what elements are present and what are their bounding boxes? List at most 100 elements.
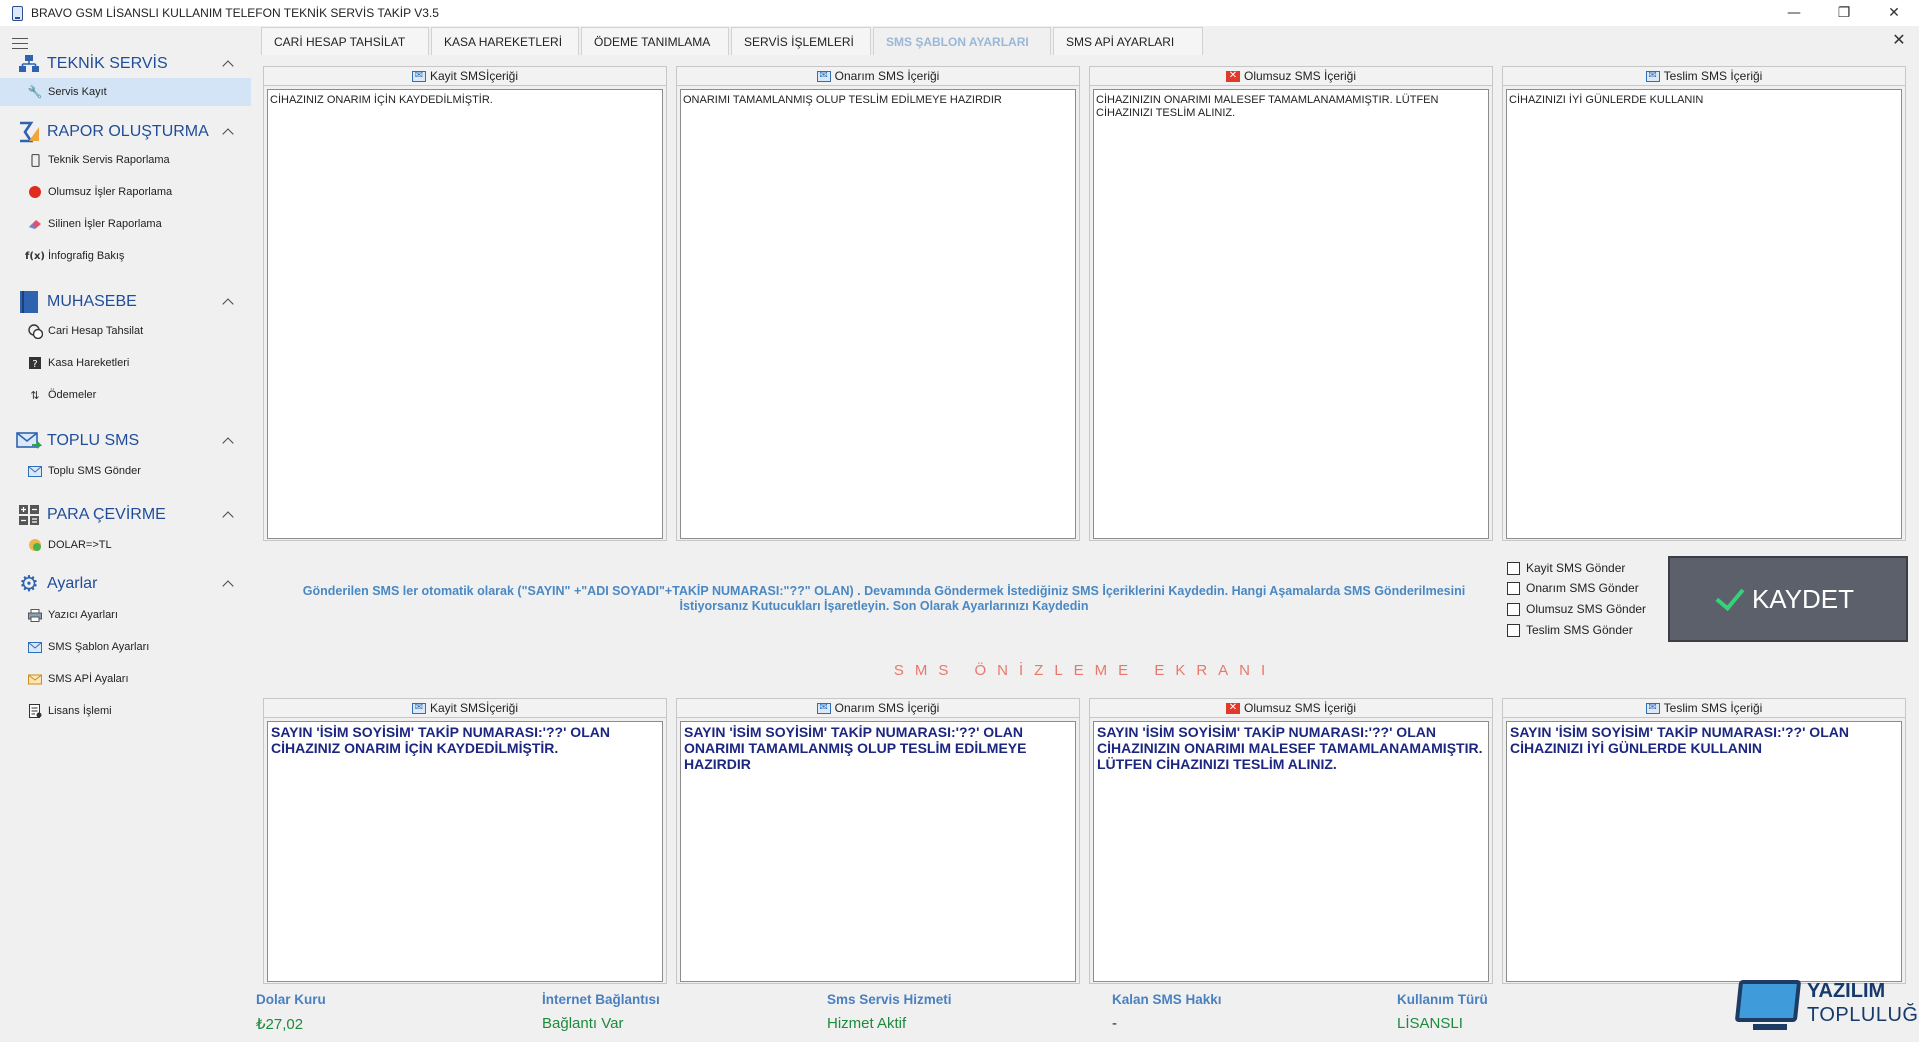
minimize-button[interactable]: —: [1769, 0, 1819, 26]
sidebar-item-label: Teknik Servis Raporlama: [48, 154, 170, 166]
sidebar-item-cari-hesap[interactable]: Cari Hesap Tahsilat: [0, 317, 251, 345]
sidebar-item-servis-kayit[interactable]: 🔧 Servis Kayıt: [0, 78, 251, 106]
envelope-arrow-icon: [16, 429, 42, 453]
tab-sms-api-ayarlari[interactable]: SMS APİ AYARLARI: [1053, 27, 1203, 55]
panel-header: ✕ Olumsuz SMS İçeriği: [1090, 699, 1492, 718]
checkbox[interactable]: [1507, 561, 1520, 575]
svg-text:?: ?: [32, 359, 37, 370]
sidebar-item-label: İnfografig Bakış: [48, 250, 125, 262]
sidebar-section-label: RAPOR OLUŞTURMA: [47, 123, 209, 140]
sidebar-item-toplu-sms-gonder[interactable]: Toplu SMS Gönder: [0, 457, 251, 485]
envelope-icon: ✉: [411, 702, 426, 714]
license-icon: [27, 703, 43, 719]
sidebar-item-sms-sablon[interactable]: SMS Şablon Ayarları: [0, 633, 251, 661]
checkmark-icon: [1715, 580, 1745, 612]
sidebar-item-infografig[interactable]: f(x) İnfografig Bakış: [0, 242, 251, 270]
sidebar-section-muhasebe[interactable]: MUHASEBE: [0, 288, 251, 316]
chevron-up-icon[interactable]: [222, 509, 234, 521]
red-x-icon: ✕: [1225, 70, 1240, 82]
preview-title: SMS ÖNİZLEME EKRANI: [893, 662, 1277, 679]
kayit-sms-preview-panel: ✉ Kayit SMSİçeriği SAYIN 'İSİM SOYİSİM' T…: [263, 698, 667, 984]
printer-icon: [27, 607, 43, 623]
calculator-icon: [16, 503, 42, 527]
sidebar-item-sms-api[interactable]: SMS APİ Ayaları: [0, 665, 251, 693]
olumsuz-sms-preview: SAYIN 'İSİM SOYİSİM' TAKİP NUMARASI:'??'…: [1093, 721, 1489, 982]
chevron-up-icon[interactable]: [222, 435, 234, 447]
tab-bar: CARİ HESAP TAHSİLAT KASA HAREKETLERİ ÖDE…: [261, 27, 1205, 55]
onarim-sms-textarea[interactable]: ONARIMI TAMAMLANMIŞ OLUP TESLİM EDİLMEYE…: [680, 89, 1076, 539]
sidebar-item-yazici-ayarlari[interactable]: Yazıcı Ayarları: [0, 601, 251, 629]
sidebar-section-toplu-sms[interactable]: TOPLU SMS: [0, 427, 251, 455]
chevron-up-icon[interactable]: [222, 58, 234, 70]
sidebar-section-teknik-servis[interactable]: TEKNİK SERVİS: [0, 50, 251, 78]
chevron-up-icon[interactable]: [222, 126, 234, 138]
chevron-up-icon[interactable]: [222, 296, 234, 308]
olumsuz-sms-textarea[interactable]: CİHAZINIZIN ONARIMI MALESEF TAMAMLANAMAM…: [1093, 89, 1489, 539]
sidebar-item-dolar-tl[interactable]: DOLAR=>TL: [0, 531, 251, 559]
sidebar-item-odemeler[interactable]: ⇅ Ödemeler: [0, 381, 251, 409]
envelope-icon: ✉: [816, 70, 831, 82]
main-content: CARİ HESAP TAHSİLAT KASA HAREKETLERİ ÖDE…: [251, 26, 1919, 1042]
checkbox[interactable]: [1507, 581, 1520, 595]
close-button[interactable]: ✕: [1869, 0, 1919, 26]
tab-kasa-hareketleri[interactable]: KASA HAREKETLERİ: [431, 27, 579, 55]
network-icon: [16, 52, 42, 76]
close-tab-icon[interactable]: ✕: [1889, 30, 1909, 49]
checkbox-teslim-sms[interactable]: Teslim SMS Gönder: [1507, 623, 1633, 637]
sidebar-section-label: Ayarlar: [47, 575, 98, 592]
sidebar-item-lisans-islemi[interactable]: Lisans İşlemi: [0, 697, 251, 725]
envelope-icon: ✉: [411, 70, 426, 82]
sidebar-item-label: Toplu SMS Gönder: [48, 465, 141, 477]
sidebar-section-rapor-olusturma[interactable]: RAPOR OLUŞTURMA: [0, 118, 251, 146]
onarim-sms-panel: ✉ Onarım SMS İçeriği ONARIMI TAMAMLANMIŞ …: [676, 66, 1080, 541]
panel-header: ✉ Kayit SMSİçeriği: [264, 67, 666, 86]
envelope-icon: ✉: [1645, 702, 1660, 714]
checkbox-olumsuz-sms[interactable]: Olumsuz SMS Gönder: [1507, 602, 1646, 616]
tab-sms-sablon-ayarlari[interactable]: SMS ŞABLON AYARLARI: [873, 27, 1051, 55]
tab-servis-islemleri[interactable]: SERVİS İŞLEMLERİ: [731, 27, 871, 55]
tab-cari-hesap-tahsilat[interactable]: CARİ HESAP TAHSİLAT: [261, 27, 429, 55]
sidebar-item-label: DOLAR=>TL: [48, 539, 112, 551]
monitor-icon: [1734, 980, 1802, 1022]
status-dolar-kuru: Dolar Kuru ₺27,02: [256, 992, 326, 1033]
kayit-sms-textarea[interactable]: CİHAZINIZ ONARIM İÇİN KAYDEDİLMİŞTİR.: [267, 89, 663, 539]
watermark-logo: YAZILIM TOPLULUĞU: [1729, 976, 1919, 1042]
onarim-sms-preview: SAYIN 'İSİM SOYİSİM' TAKİP NUMARASI:'??'…: [680, 721, 1076, 982]
sidebar-section-label: TOPLU SMS: [47, 432, 140, 449]
sidebar-item-teknik-servis-raporlama[interactable]: Teknik Servis Raporlama: [0, 146, 251, 174]
envelope-icon: ✉: [816, 702, 831, 714]
olumsuz-sms-panel: ✕ Olumsuz SMS İçeriği CİHAZINIZIN ONARIMI…: [1089, 66, 1493, 541]
panel-header: ✉ Onarım SMS İçeriği: [677, 699, 1079, 718]
sidebar-item-olumsuz-isler[interactable]: Olumsuz İşler Raporlama: [0, 178, 251, 206]
panel-header: ✉ Teslim SMS İçeriği: [1503, 67, 1905, 86]
checkbox[interactable]: [1507, 602, 1520, 616]
tab-odeme-tanimlama[interactable]: ÖDEME TANIMLAMA: [581, 27, 729, 55]
envelope-icon: [27, 639, 43, 655]
phone-icon: [27, 152, 43, 168]
kayit-sms-preview: SAYIN 'İSİM SOYİSİM' TAKİP NUMARASI:'??'…: [267, 721, 663, 982]
hamburger-menu-icon[interactable]: [12, 38, 28, 49]
sidebar-section-ayarlar[interactable]: ⚙ Ayarlar: [0, 570, 251, 598]
checkbox[interactable]: [1507, 623, 1520, 637]
info-text: Gönderilen SMS ler otomatik olarak ("SAY…: [302, 584, 1466, 613]
sidebar-item-label: Yazıcı Ayarları: [48, 609, 118, 621]
sidebar-item-label: Lisans İşlemi: [48, 705, 112, 717]
envelope-icon: [27, 463, 43, 479]
teslim-sms-panel: ✉ Teslim SMS İçeriği CİHAZINIZI İYİ GÜNLE…: [1502, 66, 1906, 541]
sidebar-item-kasa-hareketleri[interactable]: ? Kasa Hareketleri: [0, 349, 251, 377]
red-circle-icon: [27, 184, 43, 200]
eraser-icon: [27, 216, 43, 232]
phone-app-icon: [12, 5, 23, 21]
book-icon: [16, 290, 42, 314]
checkbox-kayit-sms[interactable]: Kayit SMS Gönder: [1507, 561, 1625, 575]
sidebar-section-para-cevirme[interactable]: PARA ÇEVİRME: [0, 501, 251, 529]
save-button[interactable]: KAYDET: [1668, 556, 1908, 642]
restore-button[interactable]: ❐: [1819, 0, 1869, 26]
status-internet: İnternet Bağlantısı Bağlantı Var: [542, 992, 660, 1032]
title-bar: BRAVO GSM LİSANSLI KULLANIM TELEFON TEKN…: [0, 0, 1919, 26]
teslim-sms-textarea[interactable]: CİHAZINIZI İYİ GÜNLERDE KULLANIN: [1506, 89, 1902, 539]
checkbox-onarim-sms[interactable]: Onarım SMS Gönder: [1507, 581, 1639, 595]
sidebar-item-silinen-isler[interactable]: Silinen İşler Raporlama: [0, 210, 251, 238]
chevron-up-icon[interactable]: [222, 578, 234, 590]
sidebar-item-label: Olumsuz İşler Raporlama: [48, 186, 173, 198]
